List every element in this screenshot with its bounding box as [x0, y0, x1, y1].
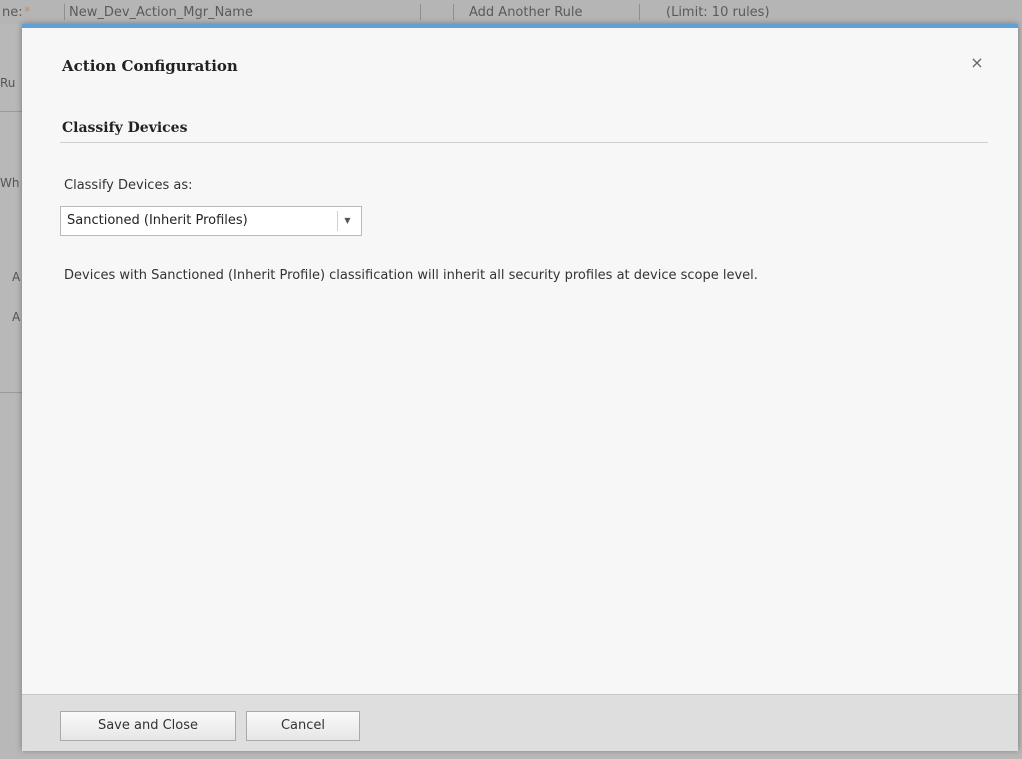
classify-devices-select[interactable]: Sanctioned (Inherit Profiles) ▼ — [60, 206, 362, 236]
classification-description: Devices with Sanctioned (Inherit Profile… — [64, 268, 758, 283]
divider — [420, 4, 421, 20]
required-marker: * — [24, 5, 31, 20]
dialog-footer: Save and Close Cancel — [22, 694, 1018, 751]
background-edge — [1018, 24, 1022, 759]
background-label: Wh — [0, 176, 20, 190]
section-title: Classify Devices — [62, 120, 188, 136]
background-label: A — [12, 270, 21, 284]
name-field-label: ne: — [2, 5, 23, 20]
background-sidebar: Ru Wh A A — [0, 24, 22, 759]
cancel-button[interactable]: Cancel — [246, 711, 360, 741]
save-and-close-button[interactable]: Save and Close — [60, 711, 236, 741]
section-divider — [60, 142, 988, 143]
divider — [0, 111, 22, 112]
rule-limit-text: (Limit: 10 rules) — [666, 5, 770, 20]
dialog-title: Action Configuration — [62, 57, 238, 75]
background-toolbar: ne: * New_Dev_Action_Mgr_Name Add Anothe… — [0, 0, 1022, 24]
add-rule-link: Add Another Rule — [469, 5, 583, 20]
classify-devices-label: Classify Devices as: — [64, 178, 193, 193]
chevron-down-icon[interactable]: ▼ — [337, 211, 357, 231]
divider — [639, 4, 640, 20]
close-icon[interactable]: × — [968, 54, 986, 72]
rule-name-value: New_Dev_Action_Mgr_Name — [69, 5, 253, 20]
action-configuration-dialog: Action Configuration × Classify Devices … — [22, 24, 1018, 751]
divider — [453, 4, 454, 20]
divider — [64, 4, 65, 20]
background-label: A — [12, 310, 21, 324]
background-label: Ru — [0, 76, 16, 90]
divider — [0, 392, 22, 393]
selected-value: Sanctioned (Inherit Profiles) — [67, 213, 248, 228]
